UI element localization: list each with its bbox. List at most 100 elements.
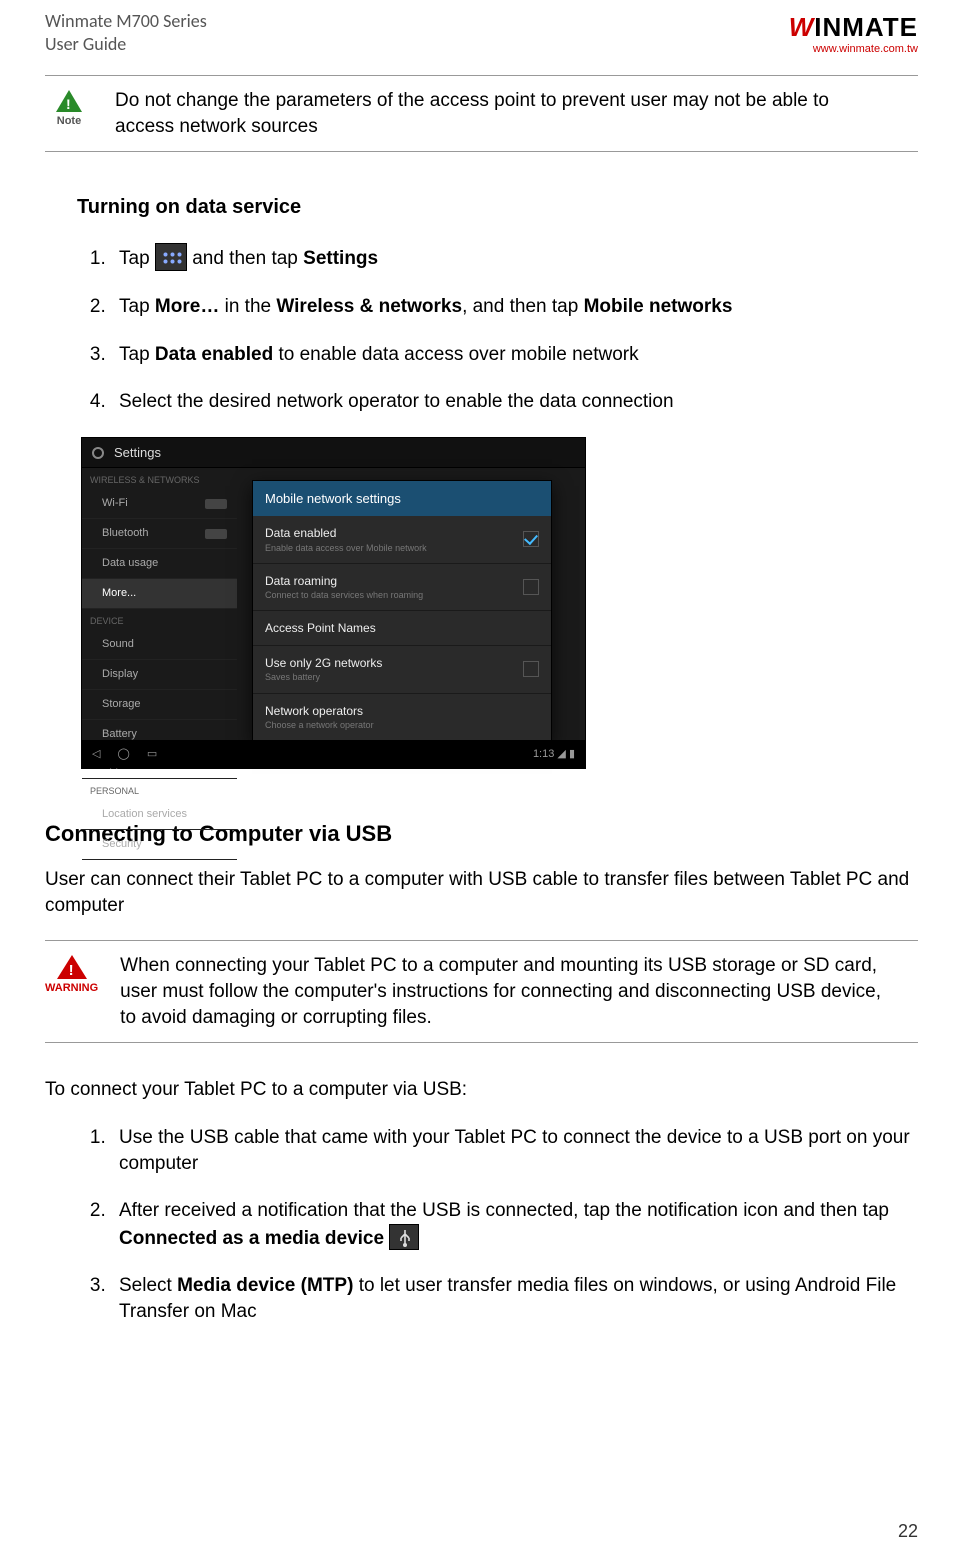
label: Battery	[102, 727, 137, 742]
step-text: Select	[119, 1275, 177, 1296]
dialog-row-apn: Access Point Names	[253, 611, 551, 646]
checkbox-icon	[523, 531, 539, 547]
nav-buttons: ◁ ◯ ▭	[92, 747, 171, 762]
label: Security	[102, 837, 142, 852]
toggle-icon	[205, 529, 227, 539]
battery-icon: ▮	[569, 748, 575, 760]
page-number: 22	[898, 1519, 918, 1543]
clock: 1:13	[533, 748, 554, 760]
row-title: Data enabled	[265, 525, 427, 541]
label: Data usage	[102, 556, 158, 571]
step-text: , and then tap	[462, 296, 584, 317]
section-data-service: Turning on data service Tap and then tap…	[77, 194, 918, 769]
mobile-network-dialog: Mobile network settings Data enabledEnab…	[252, 480, 552, 741]
step-text: to enable data access over mobile networ…	[273, 344, 638, 365]
dialog-row-2g: Use only 2G networksSaves battery	[253, 646, 551, 693]
shot-actionbar: Settings	[82, 438, 585, 469]
row-title: Use only 2G networks	[265, 655, 382, 671]
shot-title: Settings	[114, 444, 161, 462]
usb-step-1: Use the USB cable that came with your Ta…	[111, 1125, 918, 1176]
usb-lead-text: To connect your Tablet PC to a computer …	[45, 1077, 918, 1103]
row-subtitle: Saves battery	[265, 671, 382, 683]
step-text: and then tap	[192, 248, 303, 269]
step-text: Tap	[119, 296, 155, 317]
header-title-block: Winmate M700 Series User Guide	[45, 10, 207, 55]
warning-text: When connecting your Tablet PC to a comp…	[120, 953, 918, 1030]
label: Wi-Fi	[102, 496, 128, 511]
sidebar-item-more: More...	[82, 579, 237, 609]
bold-term: Connected as a media device	[119, 1228, 384, 1249]
row-title: Access Point Names	[265, 620, 376, 636]
warning-icon	[57, 955, 87, 979]
android-settings-screenshot: Settings WIRELESS & NETWORKS Wi-Fi Bluet…	[81, 437, 586, 770]
label: Bluetooth	[102, 526, 148, 541]
recent-icon: ▭	[147, 748, 157, 760]
step-3: Tap Data enabled to enable data access o…	[111, 342, 918, 368]
sidebar-item-storage: Storage	[82, 690, 237, 720]
product-name: Winmate M700 Series	[45, 10, 207, 33]
warning-callout: WARNING When connecting your Tablet PC t…	[45, 940, 918, 1043]
step-4: Select the desired network operator to e…	[111, 389, 918, 415]
dialog-title: Mobile network settings	[253, 481, 551, 517]
note-callout: Note Do not change the parameters of the…	[45, 75, 918, 152]
bold-term: Media device (MTP)	[177, 1275, 353, 1296]
usb-step-3: Select Media device (MTP) to let user tr…	[111, 1273, 918, 1324]
note-text: Do not change the parameters of the acce…	[115, 88, 918, 139]
dialog-row-operators: Network operatorsChoose a network operat…	[253, 694, 551, 740]
label: Display	[102, 667, 138, 682]
gear-icon	[90, 445, 106, 461]
usb-icon	[389, 1224, 419, 1250]
status-area: 1:13 ◢ ▮	[533, 747, 575, 762]
row-title: Network operators	[265, 703, 374, 719]
usb-steps-list: Use the USB cable that came with your Ta…	[111, 1125, 918, 1325]
step-text: After received a notification that the U…	[119, 1200, 889, 1221]
shot-sidebar: WIRELESS & NETWORKS Wi-Fi Bluetooth Data…	[82, 468, 237, 768]
row-title: Data roaming	[265, 573, 423, 589]
sidebar-item-bluetooth: Bluetooth	[82, 519, 237, 549]
logo-url: www.winmate.com.tw	[789, 42, 918, 57]
dialog-row-data-roaming: Data roamingConnect to data services whe…	[253, 564, 551, 611]
section-heading: Turning on data service	[77, 194, 918, 221]
shot-navbar: ◁ ◯ ▭ 1:13 ◢ ▮	[82, 740, 585, 768]
toggle-icon	[205, 499, 227, 509]
usb-step-2: After received a notification that the U…	[111, 1198, 918, 1251]
sidebar-item-location: Location services	[82, 800, 237, 830]
bold-term: Data enabled	[155, 344, 273, 365]
step-text: Tap	[119, 248, 155, 269]
sidebar-item-security: Security	[82, 830, 237, 860]
bold-term: Settings	[303, 248, 378, 269]
sidebar-item-display: Display	[82, 660, 237, 690]
row-subtitle: Choose a network operator	[265, 719, 374, 731]
warning-label: WARNING	[45, 981, 98, 996]
wifi-icon: ◢	[557, 748, 569, 760]
bold-term: Wireless & networks	[276, 296, 462, 317]
bold-term: More…	[155, 296, 219, 317]
back-icon: ◁	[92, 748, 100, 760]
label: More...	[102, 586, 136, 601]
note-icon-column: Note	[45, 88, 93, 129]
step-text: in the	[219, 296, 276, 317]
sidebar-group-header: DEVICE	[82, 609, 237, 630]
brand-logo: WINMATE www.winmate.com.tw	[789, 10, 918, 57]
logo-text: WINMATE	[789, 12, 918, 42]
dialog-row-data-enabled: Data enabledEnable data access over Mobi…	[253, 516, 551, 563]
step-1: Tap and then tap Settings	[111, 243, 918, 272]
row-subtitle: Connect to data services when roaming	[265, 589, 423, 601]
row-subtitle: Enable data access over Mobile network	[265, 542, 427, 554]
note-label: Note	[57, 114, 81, 129]
steps-list: Tap and then tap Settings Tap More… in t…	[111, 243, 918, 415]
apps-grid-icon	[155, 243, 187, 271]
sidebar-item-wifi: Wi-Fi	[82, 489, 237, 519]
step-2: Tap More… in the Wireless & networks, an…	[111, 294, 918, 320]
label: Sound	[102, 637, 134, 652]
document-header: Winmate M700 Series User Guide WINMATE w…	[45, 10, 918, 57]
checkbox-icon	[523, 579, 539, 595]
step-text: Tap	[119, 344, 155, 365]
sidebar-item-data-usage: Data usage	[82, 549, 237, 579]
bold-term: Mobile networks	[584, 296, 733, 317]
warning-icon-column: WARNING	[45, 953, 98, 996]
checkbox-icon	[523, 661, 539, 677]
doc-type: User Guide	[45, 33, 207, 56]
sidebar-group-header: WIRELESS & NETWORKS	[82, 468, 237, 489]
home-icon: ◯	[118, 748, 130, 760]
